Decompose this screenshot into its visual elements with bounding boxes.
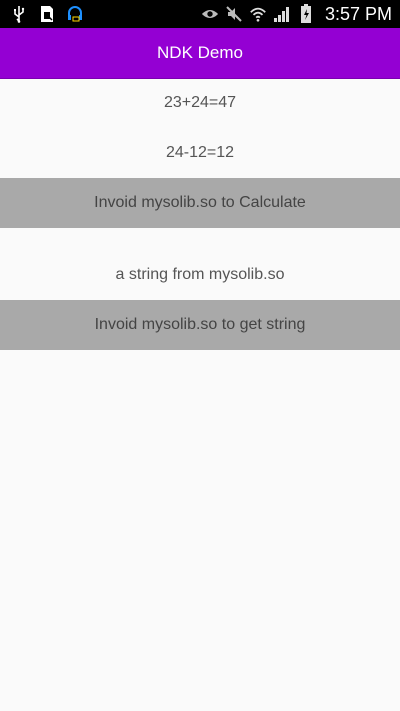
mute-icon [225,5,243,23]
battery-icon [297,4,315,23]
usb-icon [10,5,28,23]
app-bar: NDK Demo [0,28,400,78]
status-time: 3:57 PM [324,4,392,24]
calculate-button[interactable]: Invoid mysolib.so to Calculate [0,178,400,228]
subtract-result-text: 24-12=12 [165,144,235,161]
get-string-button[interactable]: Invoid mysolib.so to get string [0,300,400,350]
sim-card-icon [38,5,56,23]
status-bar: 3:57 PM [0,0,400,28]
app-title: NDK Demo [157,43,243,62]
main-content: 23+24=47 24-12=12 Invoid mysolib.so to C… [0,78,400,350]
wifi-icon [249,5,267,23]
headset-icon [66,5,84,23]
eye-icon [201,5,219,23]
string-result-text: a string from mysolib.so [115,266,285,283]
add-result-text: 23+24=47 [163,94,237,111]
signal-icon [273,5,291,23]
